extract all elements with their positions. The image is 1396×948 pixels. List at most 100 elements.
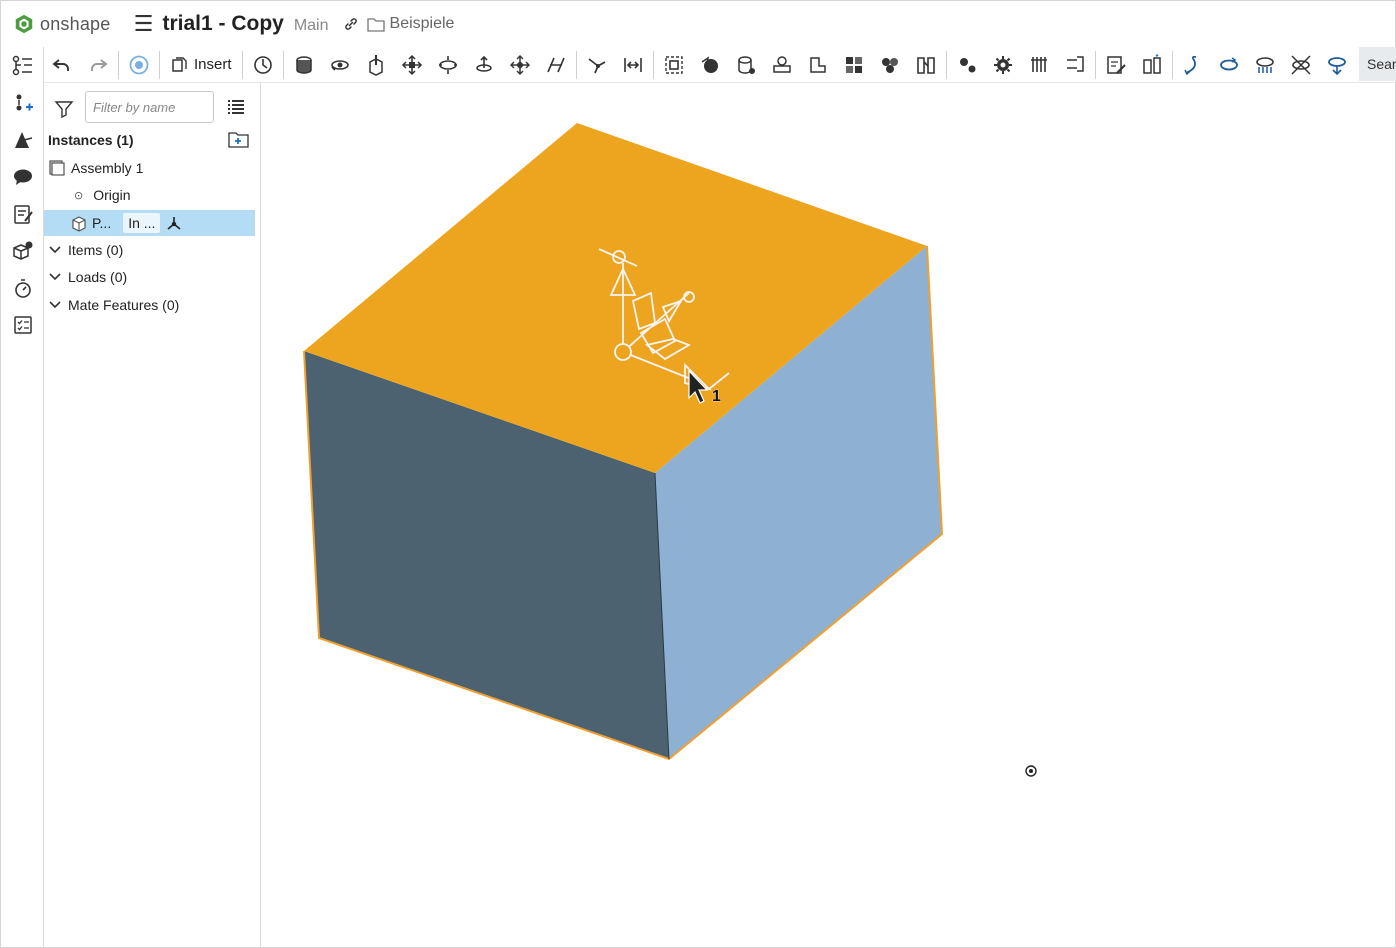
filter-input[interactable] xyxy=(85,91,214,123)
parallel-mate-button[interactable] xyxy=(538,49,574,81)
items-group[interactable]: Items (0) xyxy=(48,237,265,263)
named-positions-icon xyxy=(1106,55,1126,74)
loads-group[interactable]: Loads (0) xyxy=(48,264,265,290)
replicate-button[interactable] xyxy=(245,49,281,81)
world-origin-icon xyxy=(1025,765,1037,777)
origin-icon: ⊙ xyxy=(74,189,84,202)
planar-mate-button[interactable] xyxy=(394,49,430,81)
constraint-icon xyxy=(1290,54,1311,75)
gear-relation-button[interactable] xyxy=(764,49,800,81)
load-distribution-button[interactable] xyxy=(1247,49,1283,81)
redo-icon xyxy=(91,58,108,71)
toolbar-separator xyxy=(118,50,119,79)
graphics-viewport[interactable]: 1 xyxy=(261,83,1396,948)
instances-panel: Instances (1) Assembly 1 ⊙ Origin P... I… xyxy=(44,83,261,948)
onshape-app: onshape ☰ trial1 - Copy Main Beispiele I… xyxy=(0,0,1396,948)
cylindrical-mate-button[interactable] xyxy=(430,49,466,81)
checklist-button[interactable] xyxy=(1,306,44,343)
list-view-icon[interactable] xyxy=(226,97,246,117)
origin-node[interactable]: ⊙ Origin xyxy=(74,182,291,208)
screw-relation-button[interactable] xyxy=(836,49,872,81)
onshape-logo-icon xyxy=(15,14,33,34)
search-tools-button[interactable]: Sear xyxy=(1359,47,1396,81)
toolbar-separator xyxy=(1171,50,1173,79)
folder-breadcrumb[interactable]: Beispiele xyxy=(366,15,455,33)
animate-button[interactable] xyxy=(1319,49,1355,81)
simulation-settings-button[interactable] xyxy=(949,49,985,81)
toolbar-separator xyxy=(652,50,654,79)
items-label: Items (0) xyxy=(68,242,124,258)
chevron-down-icon xyxy=(49,301,61,309)
constraint-button[interactable] xyxy=(1283,49,1319,81)
pin-slot-mate-button[interactable] xyxy=(466,49,502,81)
folder-name: Beispiele xyxy=(389,15,455,32)
undo-icon xyxy=(52,58,69,71)
onshape-logo[interactable]: onshape xyxy=(13,13,110,35)
release-button[interactable] xyxy=(1,195,44,232)
insert-button[interactable]: Insert xyxy=(162,49,240,81)
linear-relation-button[interactable] xyxy=(872,49,908,81)
load-button[interactable] xyxy=(1057,49,1093,81)
revolute-mate-button[interactable] xyxy=(322,49,358,81)
comments-button[interactable] xyxy=(1,158,44,195)
fixture-button[interactable] xyxy=(1021,49,1057,81)
filter-row xyxy=(44,91,261,125)
cube-scene[interactable]: 1 xyxy=(261,83,1396,948)
feature-tree-icon xyxy=(12,55,32,75)
left-rail xyxy=(1,47,44,948)
stopwatch-icon xyxy=(14,278,31,298)
toolbar-separator xyxy=(282,50,284,79)
screw-relation-icon xyxy=(845,56,862,73)
regenerate-button[interactable] xyxy=(121,49,157,81)
revolute-motion-button[interactable] xyxy=(1211,49,1247,81)
clock-icon xyxy=(253,55,272,74)
new-folder-icon[interactable] xyxy=(228,131,250,149)
fastened-mate-icon xyxy=(295,55,312,74)
named-positions-button[interactable] xyxy=(1098,49,1134,81)
gear-button[interactable] xyxy=(985,49,1021,81)
revolute-mate-icon xyxy=(330,59,349,71)
branch-label[interactable]: Main xyxy=(294,17,329,35)
document-title[interactable]: trial1 - Copy xyxy=(162,12,283,36)
mate-connector-button[interactable] xyxy=(692,49,728,81)
fastened-mate-button[interactable] xyxy=(286,49,322,81)
redo-button[interactable] xyxy=(80,49,116,81)
checklist-icon xyxy=(13,315,32,334)
motion-button[interactable] xyxy=(1175,49,1211,81)
mate-features-group[interactable]: Mate Features (0) xyxy=(48,292,265,318)
toolbar-separator xyxy=(159,50,160,79)
filter-icon[interactable] xyxy=(54,99,74,119)
menu-icon[interactable]: ☰ xyxy=(132,11,154,37)
undo-button[interactable] xyxy=(44,49,80,81)
explode-view-icon xyxy=(1142,53,1161,74)
insert-mate-connector-button[interactable] xyxy=(1,84,44,121)
distributed-load-icon xyxy=(1255,56,1274,73)
tangent-mate-button[interactable] xyxy=(579,49,615,81)
part-instance-node[interactable]: P... In ... xyxy=(44,210,255,236)
appearance-button[interactable] xyxy=(1,121,44,158)
assembly-node[interactable]: Assembly 1 xyxy=(48,155,265,181)
rotation-icon xyxy=(1219,56,1238,70)
rack-pinion-button[interactable] xyxy=(800,49,836,81)
insert-part-icon xyxy=(172,56,187,72)
cursor-badge: 1 xyxy=(712,388,721,405)
fixture-icon xyxy=(1030,56,1047,72)
replicate-mate-button[interactable] xyxy=(728,49,764,81)
parts-info-button[interactable] xyxy=(1,232,44,269)
explode-view-button[interactable] xyxy=(1134,49,1170,81)
slider-mate-button[interactable] xyxy=(358,49,394,81)
mate-features-label: Mate Features (0) xyxy=(68,297,180,313)
feature-list-button[interactable] xyxy=(1,47,44,84)
mate-relations-button[interactable] xyxy=(908,49,944,81)
ball-mate-button[interactable] xyxy=(502,49,538,81)
animation-button[interactable] xyxy=(1,269,44,306)
link-icon[interactable] xyxy=(343,16,359,32)
insert-label: Insert xyxy=(194,56,232,73)
width-mate-button[interactable] xyxy=(615,49,651,81)
group-button[interactable] xyxy=(656,49,692,81)
mate-connector-tool-icon xyxy=(701,55,718,73)
rack-pinion-icon xyxy=(809,56,826,73)
pin-slot-icon xyxy=(475,55,492,72)
gear-relation-icon xyxy=(772,55,791,73)
toolbar-separator xyxy=(945,50,947,79)
